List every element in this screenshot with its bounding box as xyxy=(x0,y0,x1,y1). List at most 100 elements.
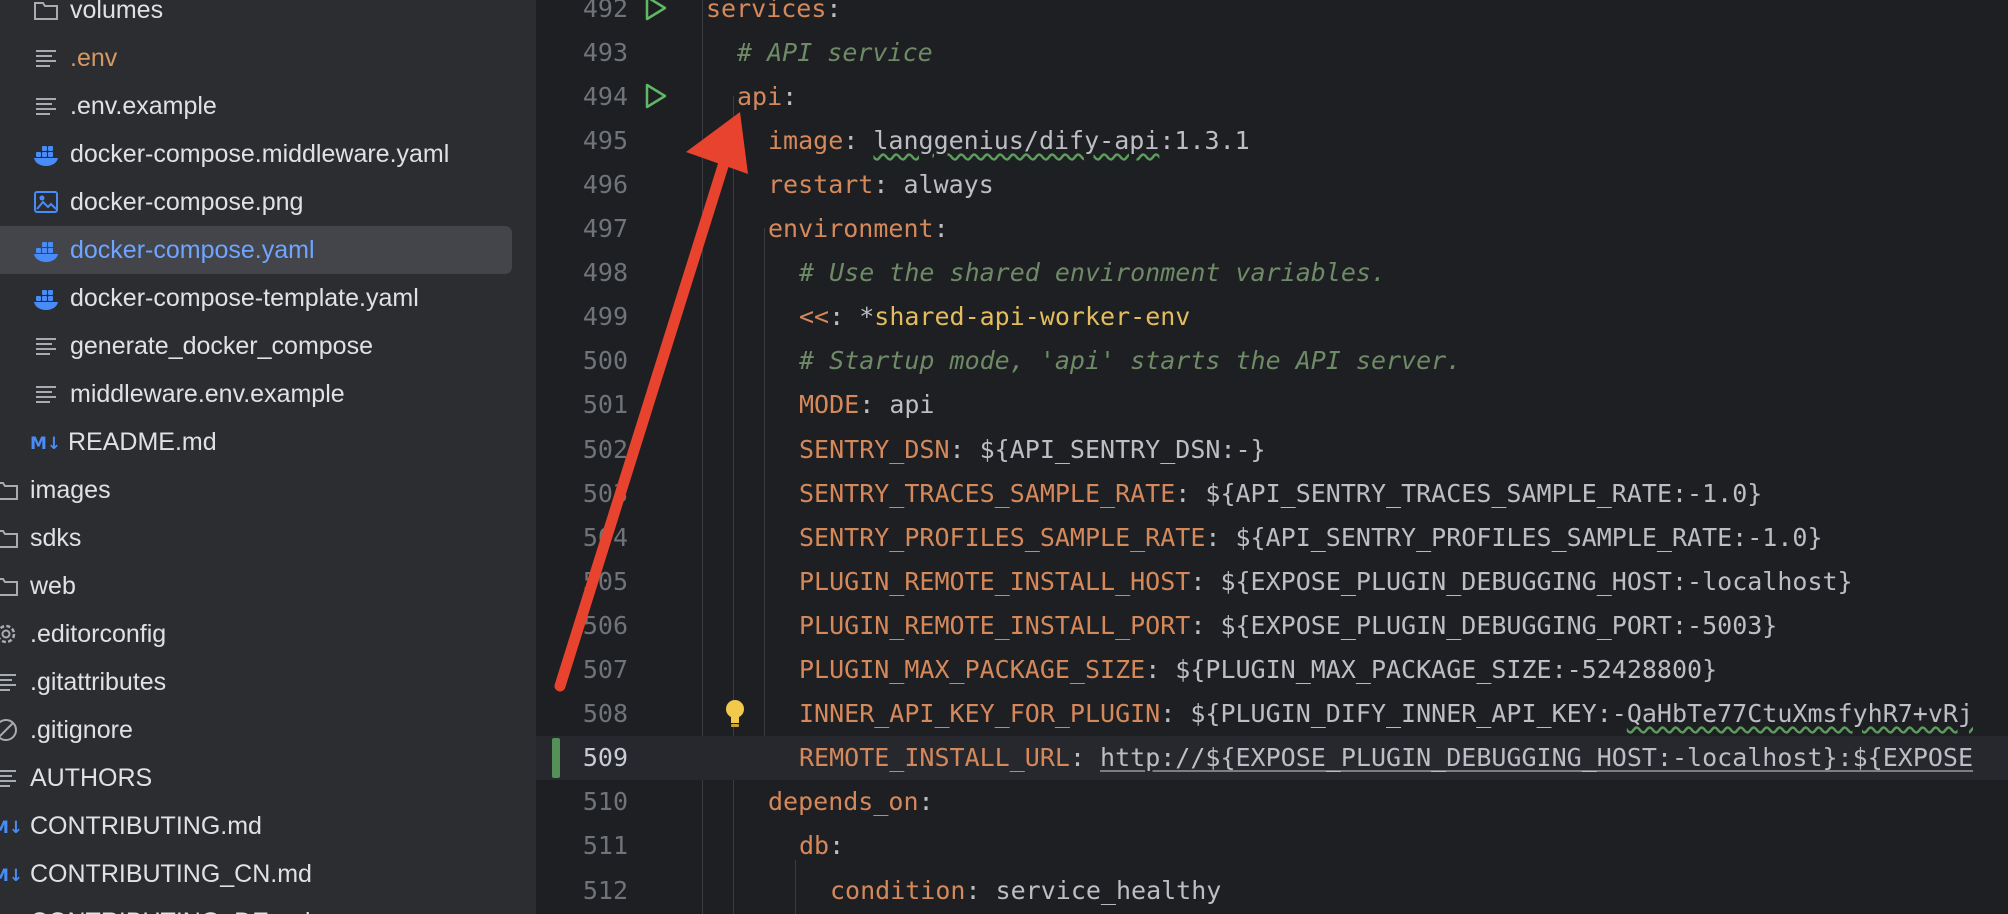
text-file-icon xyxy=(32,332,60,360)
tree-item[interactable]: docker-compose.yaml xyxy=(0,226,512,274)
code-line[interactable]: 494 api: xyxy=(536,74,2008,118)
code-text: PLUGIN_REMOTE_INSTALL_HOST: ${EXPOSE_PLU… xyxy=(799,567,1853,596)
tree-item[interactable]: AUTHORS xyxy=(0,754,152,802)
code-line[interactable]: 492 services: xyxy=(536,0,2008,30)
code-line[interactable]: 510 depends_on: xyxy=(536,780,2008,824)
code-token: SENTRY_TRACES_SAMPLE_RATE xyxy=(799,478,1176,508)
code-line[interactable]: 507 PLUGIN_MAX_PACKAGE_SIZE: ${PLUGIN_MAX… xyxy=(536,648,2008,692)
tree-item[interactable]: M↓ CONTRIBUTING_CN.md xyxy=(0,850,312,898)
line-number: 511 xyxy=(582,831,628,861)
run-icon[interactable] xyxy=(640,81,670,111)
text-file-icon xyxy=(32,380,60,408)
tree-item[interactable]: .env xyxy=(0,34,117,82)
ignore-file-icon xyxy=(0,716,20,744)
code-line[interactable]: 504 SENTRY_PROFILES_SAMPLE_RATE: ${API_SE… xyxy=(536,515,2008,559)
code-line[interactable]: 495 image: langgenius/dify-api:1.3.1 xyxy=(536,118,2008,162)
code-text: # Use the shared environment variables. xyxy=(799,258,1386,287)
code-token: SENTRY_DSN xyxy=(799,434,950,464)
run-icon[interactable] xyxy=(640,0,670,23)
tree-item[interactable]: generate_docker_compose xyxy=(0,322,373,370)
folder-icon xyxy=(0,524,20,552)
code-token: << xyxy=(799,302,830,332)
markdown-icon: M↓ xyxy=(0,860,23,888)
text-file-icon xyxy=(32,44,60,72)
code-line[interactable]: 499 <<: *shared-api-worker-env xyxy=(536,295,2008,339)
code-text: SENTRY_PROFILES_SAMPLE_RATE: ${API_SENTR… xyxy=(799,523,1823,552)
code-line[interactable]: 509 REMOTE_INSTALL_URL: http://${EXPOSE_P… xyxy=(536,735,2008,780)
line-number: 502 xyxy=(582,434,628,464)
tree-item[interactable]: .editorconfig xyxy=(0,610,166,658)
code-text: PLUGIN_REMOTE_INSTALL_PORT: ${EXPOSE_PLU… xyxy=(799,611,1777,640)
code-token: db xyxy=(799,831,830,861)
code-text: PLUGIN_MAX_PACKAGE_SIZE: ${PLUGIN_MAX_PA… xyxy=(799,655,1717,684)
code-line[interactable]: 506 PLUGIN_REMOTE_INSTALL_PORT: ${EXPOSE_… xyxy=(536,603,2008,647)
code-text: image: langgenius/dify-api:1.3.1 xyxy=(768,126,1250,155)
tree-item-label: CONTRIBUTING_CN.md xyxy=(30,859,312,888)
tree-item[interactable]: M↓ README.md xyxy=(0,418,217,466)
code-line[interactable]: 497 environment: xyxy=(536,207,2008,251)
code-editor[interactable]: 492 services: 493 # API service 494 api: 495 im… xyxy=(536,0,2008,914)
tree-item[interactable]: .env.example xyxy=(0,82,217,130)
code-line[interactable]: 505 PLUGIN_REMOTE_INSTALL_HOST: ${EXPOSE_… xyxy=(536,559,2008,603)
text-file-icon xyxy=(32,92,60,120)
code-token: # Startup mode, 'api' starts the API ser… xyxy=(799,346,1462,376)
code-line[interactable]: 500 # Startup mode, 'api' starts the API … xyxy=(536,339,2008,383)
tree-item-content: docker-compose.png xyxy=(32,188,303,217)
docker-icon xyxy=(32,284,60,312)
tree-item-label: sdks xyxy=(30,523,82,552)
tree-item[interactable]: middleware.env.example xyxy=(0,370,345,418)
code-line[interactable]: 493 # API service xyxy=(536,30,2008,74)
code-line[interactable]: 503 SENTRY_TRACES_SAMPLE_RATE: ${API_SENT… xyxy=(536,471,2008,515)
tree-item[interactable]: docker-compose-template.yaml xyxy=(0,274,419,322)
code-text: environment: xyxy=(768,214,949,243)
code-line[interactable]: 502 SENTRY_DSN: ${API_SENTRY_DSN:-} xyxy=(536,427,2008,471)
tree-item[interactable]: M↓ CONTRIBUTING.md xyxy=(0,802,262,850)
code-token: PLUGIN_REMOTE_INSTALL_PORT xyxy=(799,610,1191,640)
line-number: 512 xyxy=(582,875,628,905)
svg-text:M↓: M↓ xyxy=(30,434,61,454)
tree-item[interactable]: .gitignore xyxy=(0,706,133,754)
code-token: PLUGIN_REMOTE_INSTALL_HOST xyxy=(799,566,1191,596)
vcs-change-marker[interactable] xyxy=(552,737,560,778)
code-token: : xyxy=(826,0,842,23)
tree-item[interactable]: volumes xyxy=(0,0,163,34)
tree-item-label: .editorconfig xyxy=(30,619,167,648)
code-line[interactable]: 501 MODE: api xyxy=(536,383,2008,427)
tree-item[interactable]: M↓ CONTRIBUTING_DE.md xyxy=(0,898,311,914)
tree-item-content: .editorconfig xyxy=(0,620,166,649)
code-token: image xyxy=(768,125,844,155)
tree-item-content: M↓ CONTRIBUTING.md xyxy=(0,812,262,841)
tree-item[interactable]: docker-compose.middleware.yaml xyxy=(0,130,449,178)
code-line[interactable]: 498 # Use the shared environment variable… xyxy=(536,251,2008,295)
code-token: : xyxy=(1069,743,1101,773)
code-token: : ${API_SENTRY_PROFILES_SAMPLE_RATE:-1.0… xyxy=(1205,522,1823,552)
code-text: db: xyxy=(799,831,844,860)
line-number: 508 xyxy=(582,699,628,729)
tree-item[interactable]: docker-compose.png xyxy=(0,178,303,226)
code-token: http://${EXPOSE_PLUGIN_DEBUGGING_HOST:-l… xyxy=(1100,743,1974,773)
code-token: :1.3.1 xyxy=(1159,125,1250,155)
svg-text:M↓: M↓ xyxy=(0,866,23,886)
image-file-icon xyxy=(32,188,60,216)
code-line[interactable]: 496 restart: always xyxy=(536,162,2008,206)
tree-item-content: .gitattributes xyxy=(0,668,166,697)
code-text: REMOTE_INSTALL_URL: http://${EXPOSE_PLUG… xyxy=(799,743,1973,772)
markdown-icon: M↓ xyxy=(0,812,23,840)
code-token: SENTRY_PROFILES_SAMPLE_RATE xyxy=(799,522,1206,552)
tree-item-label: docker-compose.png xyxy=(70,187,304,216)
code-text: api: xyxy=(737,82,797,111)
code-line[interactable]: 512 condition: service_healthy xyxy=(536,868,2008,912)
tree-item[interactable]: images xyxy=(0,466,111,514)
code-line[interactable]: 511 db: xyxy=(536,824,2008,868)
code-token: : ${EXPOSE_PLUGIN_DEBUGGING_HOST:-localh… xyxy=(1190,566,1853,596)
tree-item[interactable]: sdks xyxy=(0,514,81,562)
code-line[interactable]: 508 INNER_API_KEY_FOR_PLUGIN: ${PLUGIN_DI… xyxy=(536,692,2008,736)
code-token: MODE xyxy=(799,390,860,420)
tree-item[interactable]: .gitattributes xyxy=(0,658,166,706)
code-text: SENTRY_DSN: ${API_SENTRY_DSN:-} xyxy=(799,435,1266,464)
line-number: 507 xyxy=(582,655,628,684)
tree-item[interactable]: web xyxy=(0,562,76,610)
tree-item-content: web xyxy=(0,572,76,601)
lightbulb-icon[interactable] xyxy=(722,697,748,731)
line-number: 506 xyxy=(582,610,628,640)
